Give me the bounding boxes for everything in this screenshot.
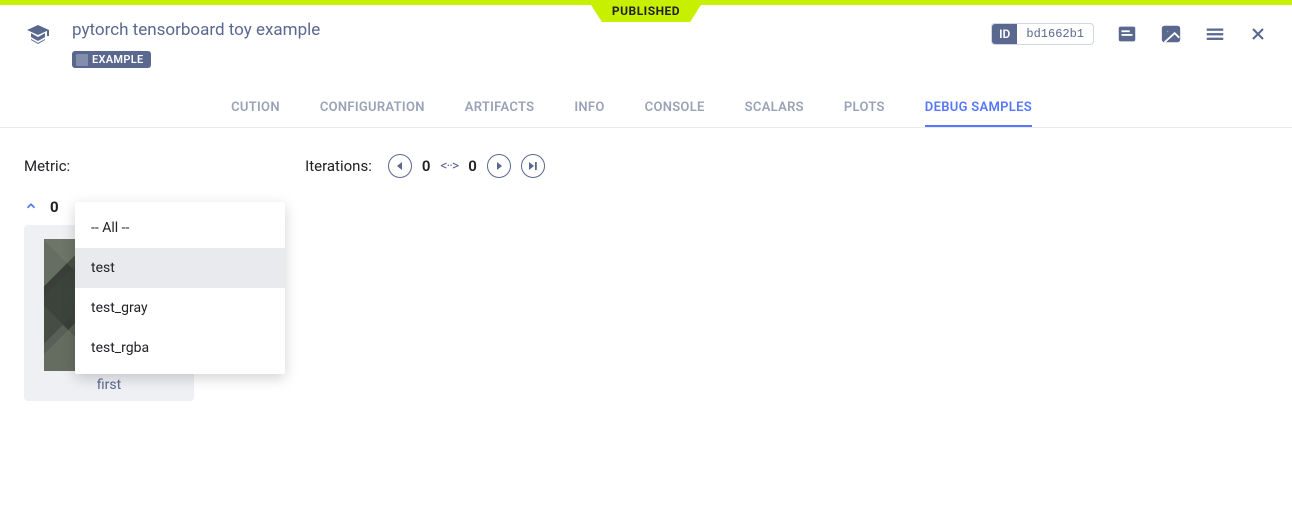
tab-console[interactable]: CONSOLE [645,90,705,127]
tabs: CUTION CONFIGURATION ARTIFACTS INFO CONS… [0,90,1292,128]
id-badge-value: bd1662b1 [1017,24,1093,44]
tab-debug-samples[interactable]: DEBUG SAMPLES [925,90,1032,127]
menu-icon[interactable] [1204,23,1226,45]
example-chip: EXAMPLE [72,51,151,68]
title-block: pytorch tensorboard toy example EXAMPLE [72,19,991,70]
tab-scalars[interactable]: SCALARS [745,90,804,127]
dropdown-item-test-gray[interactable]: test_gray [75,288,285,328]
tabs-wrapper: CUTION CONFIGURATION ARTIFACTS INFO CONS… [0,90,1292,190]
header-actions: ID bd1662b1 [991,23,1268,45]
metric-label: Metric: [24,157,70,175]
iter-next-button[interactable] [487,154,511,178]
iter-range-icon: <··> [440,158,458,174]
published-badge: PUBLISHED [588,0,704,22]
id-badge[interactable]: ID bd1662b1 [991,23,1094,45]
dropdown-item-test-rgba[interactable]: test_rgba [75,328,285,368]
iter-prev-button[interactable] [388,154,412,178]
tab-execution[interactable]: CUTION [231,90,280,127]
tab-configuration[interactable]: CONFIGURATION [320,90,425,127]
page-title: pytorch tensorboard toy example [72,19,991,41]
controls-row: Metric: Iterations: 0 <··> 0 [0,128,1292,190]
iteration-controls: 0 <··> 0 [388,154,545,178]
chip-label: EXAMPLE [92,53,143,66]
app-logo-icon [24,23,52,47]
dropdown-item-all[interactable]: -- All -- [75,208,285,248]
iter-start-value: 0 [422,157,431,175]
image-icon[interactable] [1160,23,1182,45]
collapse-icon[interactable] [24,198,38,217]
top-accent-bar: PUBLISHED [0,0,1292,5]
details-icon[interactable] [1116,23,1138,45]
dropdown-item-test[interactable]: test [75,248,285,288]
id-badge-label: ID [992,24,1017,44]
iteration-number: 0 [50,198,59,216]
sample-thumbnail-label: first [38,377,180,393]
tab-artifacts[interactable]: ARTIFACTS [465,90,535,127]
iter-end-value: 0 [468,157,477,175]
close-icon[interactable] [1248,24,1268,44]
tab-info[interactable]: INFO [574,90,604,127]
metric-dropdown: -- All -- test test_gray test_rgba [75,202,285,374]
tab-plots[interactable]: PLOTS [844,90,885,127]
iter-last-button[interactable] [521,154,545,178]
chip-icon [76,54,88,66]
iterations-label: Iterations: [305,157,372,175]
